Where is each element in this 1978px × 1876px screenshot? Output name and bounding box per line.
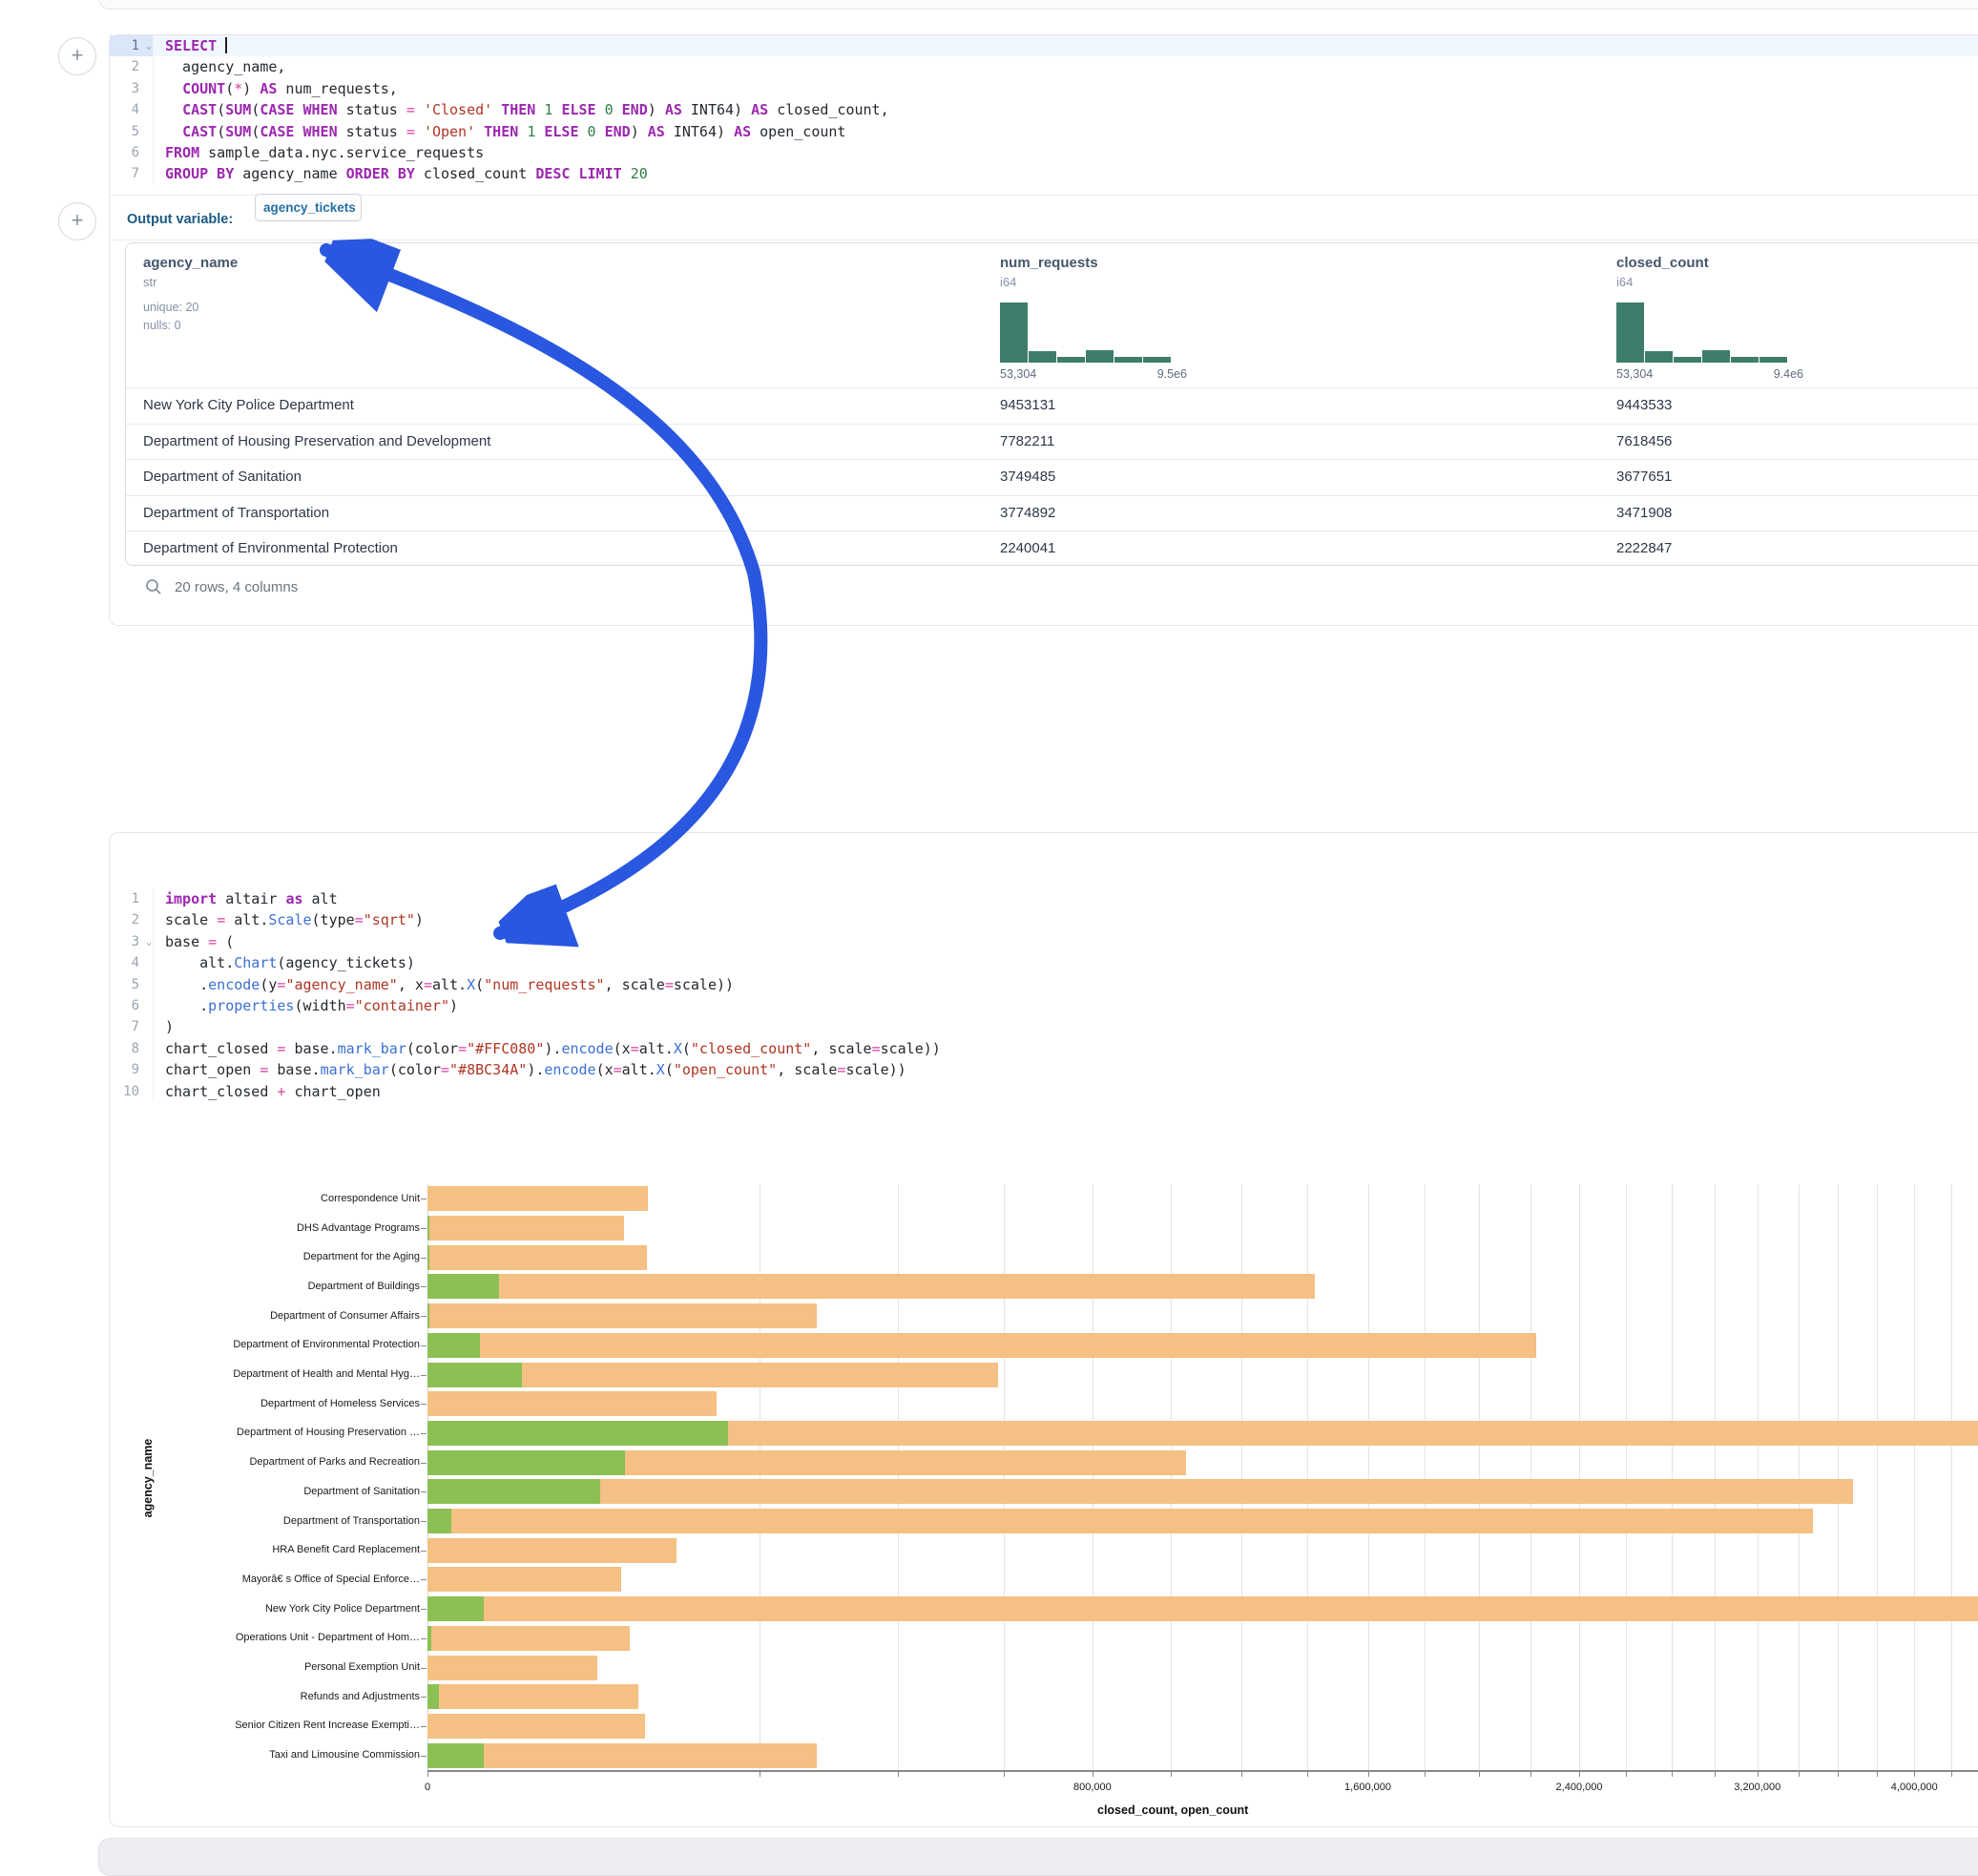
add-cell-button-middle[interactable]: + <box>58 202 96 240</box>
line-number: 5 <box>110 121 154 142</box>
cell-num-requests: 3774892 <box>1000 505 1055 521</box>
line-number: 6 <box>110 142 154 163</box>
code-text[interactable]: .encode(y="agency_name", x=alt.X("num_re… <box>154 974 734 995</box>
cell-num-requests: 9453131 <box>1000 397 1055 413</box>
line-number: 1⌄ <box>110 35 154 56</box>
cell-closed-count: 3471908 <box>1616 505 1672 521</box>
line-number: 3 <box>110 78 154 99</box>
code-text[interactable]: scale = alt.Scale(type="sqrt") <box>154 909 424 930</box>
code-text[interactable]: GROUP BY agency_name ORDER BY closed_cou… <box>154 163 648 184</box>
code-text[interactable]: alt.Chart(agency_tickets) <box>154 952 415 973</box>
collapse-caret-icon[interactable]: ⌄ <box>146 36 152 57</box>
line-number: 2 <box>110 909 154 930</box>
code-line[interactable]: 5 .encode(y="agency_name", x=alt.X("num_… <box>110 974 1978 995</box>
column-header-num_requests[interactable]: num_requests <box>1000 255 1098 271</box>
sql-code-editor[interactable]: 1⌄SELECT 2 agency_name,3 COUNT(*) AS num… <box>110 35 1978 185</box>
code-line[interactable]: 4 alt.Chart(agency_tickets) <box>110 952 1978 973</box>
column-histogram <box>1000 302 1172 363</box>
previous-cell-edge <box>98 0 1978 10</box>
python-cell-panel: 1import altair as alt2scale = alt.Scale(… <box>109 832 1978 1827</box>
line-number: 5 <box>110 974 154 995</box>
column-stat: unique: 20 <box>143 301 198 314</box>
histogram-range-labels: 53,3049.5e6 <box>1000 367 1187 381</box>
cell-agency-name: New York City Police Department <box>143 397 354 413</box>
code-text[interactable]: chart_closed = base.mark_bar(color="#FFC… <box>154 1038 941 1059</box>
search-icon[interactable] <box>144 577 163 596</box>
code-text[interactable]: .properties(width="container") <box>154 995 458 1016</box>
column-header-agency_name[interactable]: agency_name <box>143 255 238 271</box>
result-table: agency_namestr unique: 20 nulls: 0 num_requ… <box>125 242 1978 566</box>
cell-closed-count: 9443533 <box>1616 397 1672 413</box>
code-line[interactable]: 1⌄SELECT <box>110 35 1978 56</box>
code-line[interactable]: 3⌄base = ( <box>110 931 1978 952</box>
cell-closed-count: 7618456 <box>1616 433 1672 449</box>
column-type: i64 <box>1000 275 1016 289</box>
code-text[interactable]: base = ( <box>154 931 234 952</box>
code-line[interactable]: 6 .properties(width="container") <box>110 995 1978 1016</box>
code-line[interactable]: 3 COUNT(*) AS num_requests, <box>110 78 1978 99</box>
code-text[interactable]: CAST(SUM(CASE WHEN status = 'Closed' THE… <box>154 99 889 120</box>
histogram-range-labels: 53,3049.4e6 <box>1616 367 1803 381</box>
code-text[interactable]: chart_closed + chart_open <box>154 1081 381 1102</box>
line-number: 3⌄ <box>110 931 154 952</box>
cell-closed-count: 2222847 <box>1616 540 1672 556</box>
code-line[interactable]: 7GROUP BY agency_name ORDER BY closed_co… <box>110 163 1978 184</box>
column-histogram <box>1616 302 1788 363</box>
table-row-count: 20 rows, 4 columns <box>175 579 298 595</box>
code-text[interactable]: ) <box>154 1016 174 1037</box>
column-type: i64 <box>1616 275 1633 289</box>
python-code-editor[interactable]: 1import altair as alt2scale = alt.Scale(… <box>110 888 1978 1102</box>
code-text[interactable]: SELECT <box>154 35 227 56</box>
code-line[interactable]: 4 CAST(SUM(CASE WHEN status = 'Closed' T… <box>110 99 1978 120</box>
code-text[interactable]: import altair as alt <box>154 888 338 909</box>
line-number: 4 <box>110 952 154 973</box>
code-text[interactable]: CAST(SUM(CASE WHEN status = 'Open' THEN … <box>154 121 845 142</box>
cell-agency-name: Department of Sanitation <box>143 469 302 485</box>
line-number: 7 <box>110 1016 154 1037</box>
column-header-closed_count[interactable]: closed_count <box>1616 255 1709 271</box>
code-line[interactable]: 2 agency_name, <box>110 56 1978 77</box>
line-number: 9 <box>110 1059 154 1080</box>
cell-closed-count: 3677651 <box>1616 469 1672 485</box>
column-stat: nulls: 0 <box>143 319 181 332</box>
code-text[interactable]: FROM sample_data.nyc.service_requests <box>154 142 484 163</box>
cell-num-requests: 7782211 <box>1000 433 1054 449</box>
code-line[interactable]: 6FROM sample_data.nyc.service_requests <box>110 142 1978 163</box>
code-line[interactable]: 9chart_open = base.mark_bar(color="#8BC3… <box>110 1059 1978 1080</box>
cell-num-requests: 2240041 <box>1000 540 1055 556</box>
code-line[interactable]: 2scale = alt.Scale(type="sqrt") <box>110 909 1978 930</box>
cell-agency-name: Department of Environmental Protection <box>143 540 398 556</box>
code-line[interactable]: 5 CAST(SUM(CASE WHEN status = 'Open' THE… <box>110 121 1978 142</box>
cell-agency-name: Department of Housing Preservation and D… <box>143 433 490 449</box>
next-cell-edge <box>98 1838 1978 1876</box>
line-number: 10 <box>110 1081 154 1102</box>
line-number: 7 <box>110 163 154 184</box>
output-variable-pill[interactable]: agency_tickets <box>255 194 362 221</box>
line-number: 8 <box>110 1038 154 1059</box>
code-line[interactable]: 7) <box>110 1016 1978 1037</box>
output-variable-label: Output variable: <box>127 212 233 227</box>
collapse-caret-icon[interactable]: ⌄ <box>146 932 152 953</box>
cell-num-requests: 3749485 <box>1000 469 1055 485</box>
text-cursor <box>225 37 227 53</box>
line-number: 1 <box>110 888 154 909</box>
line-number: 6 <box>110 995 154 1016</box>
code-text[interactable]: COUNT(*) AS num_requests, <box>154 78 398 99</box>
code-text[interactable]: chart_open = base.mark_bar(color="#8BC34… <box>154 1059 906 1080</box>
line-number: 4 <box>110 99 154 120</box>
code-text[interactable]: agency_name, <box>154 56 285 77</box>
cell-agency-name: Department of Transportation <box>143 505 329 521</box>
sql-cell-panel: 1⌄SELECT 2 agency_name,3 COUNT(*) AS num… <box>109 34 1978 626</box>
code-line[interactable]: 10chart_closed + chart_open <box>110 1081 1978 1102</box>
code-line[interactable]: 8chart_closed = base.mark_bar(color="#FF… <box>110 1038 1978 1059</box>
column-type: str <box>143 275 156 289</box>
code-line[interactable]: 1import altair as alt <box>110 888 1978 909</box>
add-cell-button-top[interactable]: + <box>58 37 96 75</box>
line-number: 2 <box>110 56 154 77</box>
